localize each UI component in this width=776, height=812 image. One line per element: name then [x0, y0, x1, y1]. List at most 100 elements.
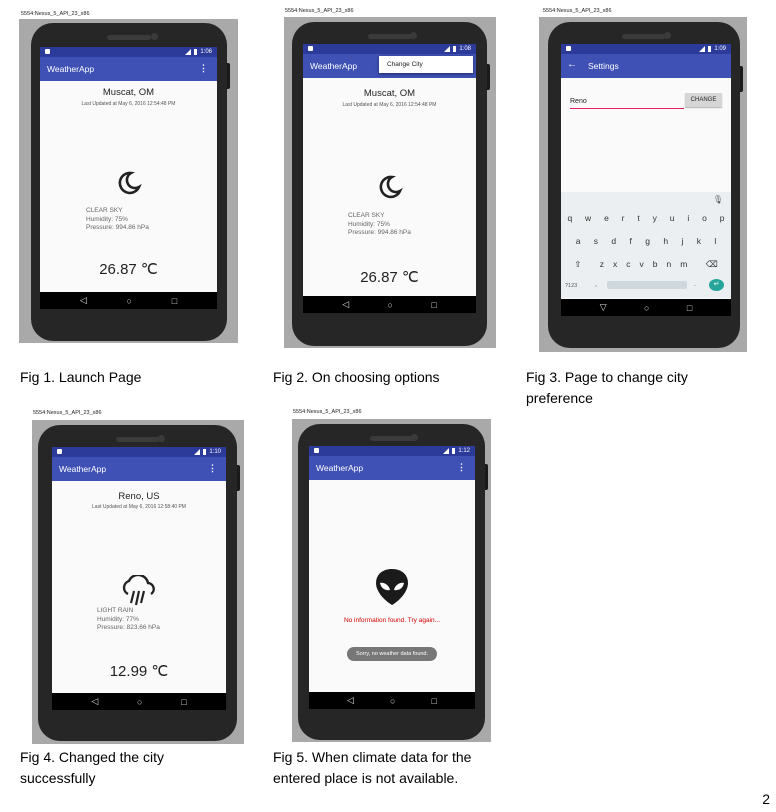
speaker	[107, 35, 151, 40]
city-input[interactable]: Reno	[570, 98, 587, 105]
caption-line: successfully	[20, 770, 96, 786]
key-d[interactable]: d	[611, 236, 616, 246]
enter-key[interactable]: ↵	[709, 279, 724, 291]
key-c[interactable]: c	[626, 259, 630, 270]
device-label: 5554:Nexus_5_API_23_x86	[293, 409, 362, 415]
phone-body: 1:09 ← Settings Reno CHANGE 🎙 q w e r t y u i o p…	[548, 22, 743, 348]
humidity: Humidity: 77%	[97, 615, 139, 623]
symbols-key[interactable]: ?123	[565, 283, 577, 289]
humidity: Humidity: 75%	[86, 215, 128, 223]
pressure: Pressure: 994.86 hPa	[86, 224, 149, 231]
key-g[interactable]: g	[645, 236, 650, 246]
key-f[interactable]: f	[630, 236, 632, 246]
weather-details: CLEAR SKY Humidity: 75% Pressure: 994.86…	[86, 207, 149, 233]
key-b[interactable]: b	[653, 259, 658, 270]
condition: CLEAR SKY	[86, 207, 123, 214]
key-i[interactable]: i	[687, 213, 689, 223]
back-button[interactable]: ▽	[600, 302, 607, 313]
key-k[interactable]: k	[697, 236, 701, 246]
back-button[interactable]: ◁	[80, 295, 87, 306]
keyboard: 🎙 qwertyuiop asdfghjkl ⇧ zxcvbnm ⌫ ?123 …	[561, 192, 731, 298]
key-h[interactable]: h	[663, 236, 668, 246]
key-o[interactable]: o	[702, 213, 707, 223]
temperature: 26.87 ℃	[99, 261, 158, 278]
phone-body: 1:10 WeatherApp ⋮ Reno, US Last Updated …	[38, 425, 240, 741]
comma-key[interactable]: ,	[595, 281, 597, 288]
signal-icon	[699, 45, 706, 52]
last-updated: Last Updated at May 6, 2016 12:58:40 PM	[92, 504, 186, 510]
recents-button[interactable]: □	[432, 696, 437, 706]
caption-line: Fig 3. Page to change city	[526, 369, 688, 385]
app-title: WeatherApp	[316, 463, 364, 473]
app-title: WeatherApp	[310, 61, 358, 71]
key-y[interactable]: y	[653, 213, 657, 223]
overflow-menu-icon[interactable]: ⋮	[199, 63, 208, 74]
overflow-menu-icon[interactable]: ⋮	[457, 462, 466, 473]
change-city-menu-item[interactable]: Change City	[379, 56, 473, 73]
city-name: Muscat, OM	[102, 87, 155, 98]
space-key[interactable]	[607, 281, 687, 289]
caption-line: Fig 5. When climate data for the	[273, 749, 472, 765]
key-s[interactable]: s	[594, 236, 598, 246]
nav-bar: ◁ ○ □	[40, 292, 217, 309]
recents-button[interactable]: □	[687, 303, 692, 313]
key-n[interactable]: n	[666, 259, 671, 270]
back-button[interactable]: ◁	[91, 696, 98, 707]
key-z[interactable]: z	[600, 259, 604, 270]
key-w[interactable]: w	[585, 213, 591, 223]
overflow-menu-icon[interactable]: ⋮	[208, 463, 217, 474]
key-l[interactable]: l	[714, 236, 716, 246]
change-button[interactable]: CHANGE	[685, 93, 722, 107]
camera	[664, 32, 671, 39]
app-toolbar: WeatherApp ⋮	[52, 457, 226, 481]
key-j[interactable]: j	[682, 236, 684, 246]
side-button	[487, 64, 490, 90]
caption-fig3: Fig 3. Page to change city preference	[526, 367, 688, 409]
back-arrow-icon[interactable]: ←	[567, 59, 577, 70]
nav-bar: ▽ ○ □	[561, 299, 731, 316]
back-button[interactable]: ◁	[342, 299, 349, 310]
notification-icon	[566, 46, 571, 51]
key-q[interactable]: q	[567, 213, 572, 223]
recents-button[interactable]: □	[172, 296, 177, 306]
key-r[interactable]: r	[622, 213, 625, 223]
side-button	[227, 63, 230, 89]
page-number: 2	[762, 791, 770, 807]
recents-button[interactable]: □	[431, 300, 436, 310]
back-button[interactable]: ◁	[347, 695, 354, 706]
key-e[interactable]: e	[604, 213, 609, 223]
caption-line: Fig 4. Changed the city	[20, 749, 164, 765]
device-label: 5554:Nexus_5_API_23_x86	[33, 410, 102, 416]
caption-line: preference	[526, 390, 593, 406]
settings-toolbar: ← Settings	[561, 54, 731, 78]
key-x[interactable]: x	[613, 259, 617, 270]
key-u[interactable]: u	[670, 213, 675, 223]
home-button[interactable]: ○	[127, 296, 132, 306]
fig4-screenshot: 1:10 WeatherApp ⋮ Reno, US Last Updated …	[32, 420, 244, 744]
recents-button[interactable]: □	[181, 697, 186, 707]
home-button[interactable]: ○	[137, 697, 142, 707]
notification-icon	[57, 449, 62, 454]
backspace-key[interactable]: ⌫	[706, 259, 718, 270]
signal-icon	[444, 45, 451, 52]
app-title: WeatherApp	[47, 64, 95, 74]
caption-fig2: Fig 2. On choosing options	[273, 369, 440, 385]
status-bar: 1:08	[303, 44, 476, 54]
status-time: 1:12	[458, 447, 470, 454]
notification-icon	[314, 448, 319, 453]
nav-bar: ◁ ○ □	[309, 692, 475, 709]
home-button[interactable]: ○	[388, 300, 393, 310]
key-m[interactable]: m	[680, 259, 687, 270]
key-a[interactable]: a	[576, 236, 581, 246]
speaker	[115, 437, 160, 442]
key-v[interactable]: v	[640, 259, 644, 270]
key-t[interactable]: t	[637, 213, 639, 223]
home-button[interactable]: ○	[390, 696, 395, 706]
home-button[interactable]: ○	[644, 303, 649, 313]
key-p[interactable]: p	[720, 213, 725, 223]
speaker	[369, 436, 414, 441]
period-key[interactable]: .	[694, 281, 696, 288]
mic-icon[interactable]: 🎙	[713, 195, 723, 204]
camera	[411, 434, 418, 441]
shift-key[interactable]: ⇧	[574, 259, 581, 270]
